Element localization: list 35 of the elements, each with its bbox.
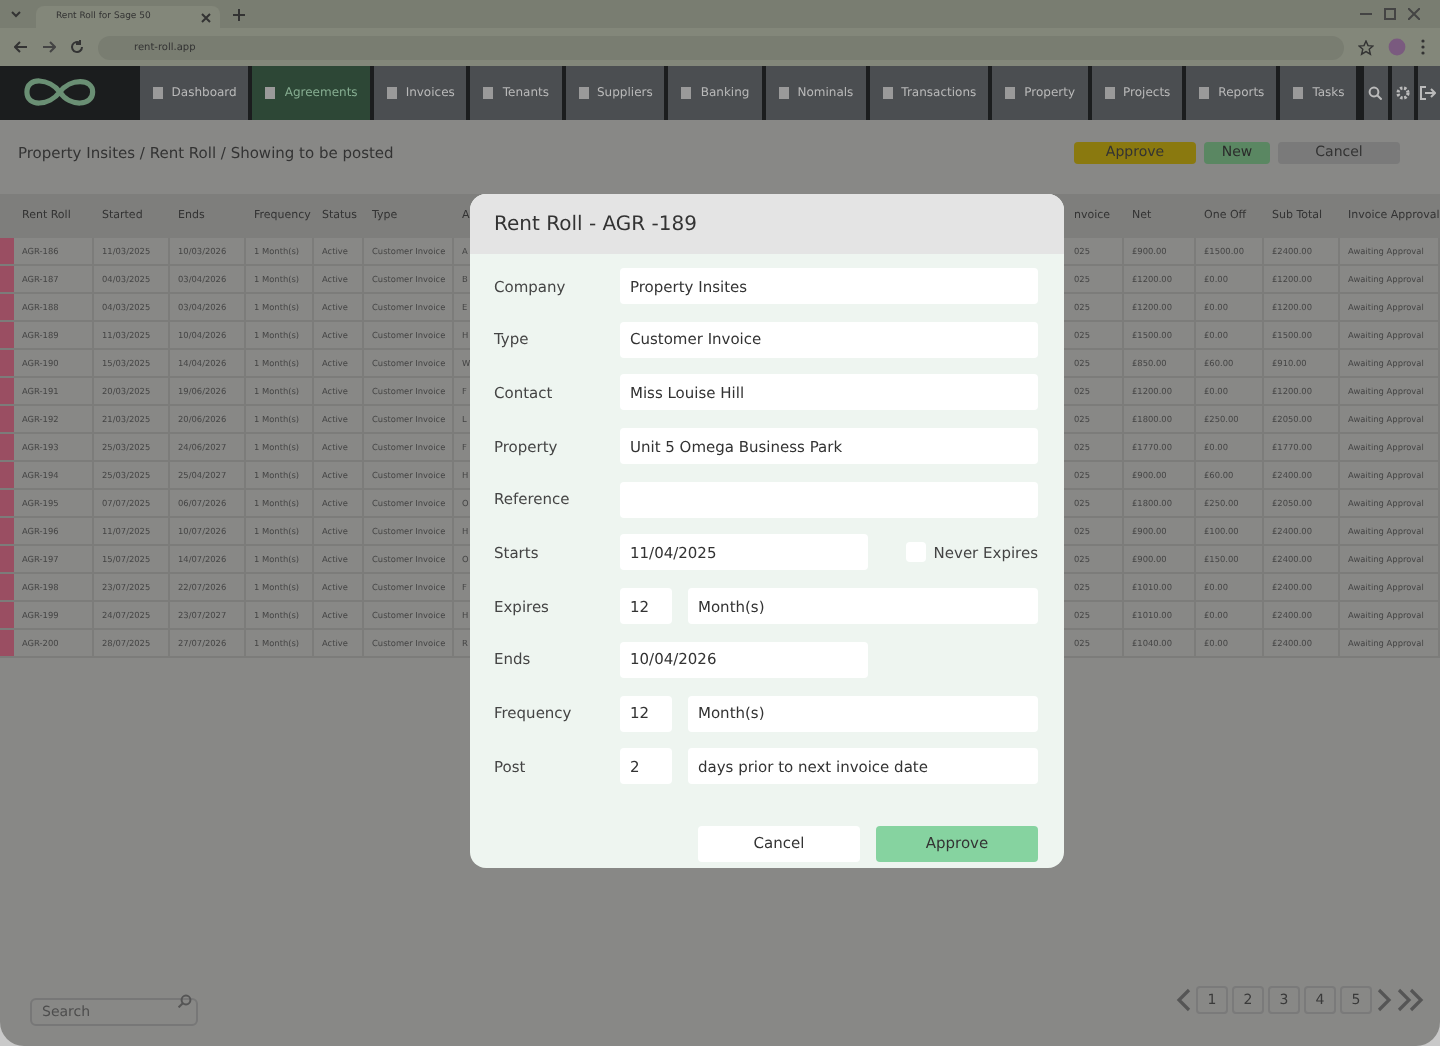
tab-list-icon[interactable]: [8, 6, 24, 22]
page-icon: [264, 86, 277, 100]
next-page-icon[interactable]: [1376, 988, 1392, 1012]
close-icon[interactable]: [200, 11, 212, 23]
page-icon: [1004, 86, 1017, 100]
page-icon: [385, 86, 398, 100]
page-icon: [680, 86, 693, 100]
page-icon: [777, 86, 790, 100]
page-icon: [881, 86, 894, 100]
search-icon[interactable]: [178, 993, 192, 1007]
page-icon: [1198, 86, 1211, 100]
page-icon: [1103, 86, 1116, 100]
settings-button[interactable]: [1391, 66, 1414, 120]
page-icon: [1292, 86, 1305, 100]
dialog-title: Rent Roll - AGR -189: [494, 213, 697, 235]
star-icon[interactable]: [1358, 39, 1374, 55]
page-icon: [482, 86, 495, 100]
previous-page-icon[interactable]: [1176, 988, 1192, 1012]
forward-arrow-icon[interactable]: [42, 40, 56, 54]
reload-icon[interactable]: [70, 40, 84, 54]
gear-icon: [1395, 86, 1410, 100]
close-icon[interactable]: [1408, 8, 1420, 20]
last-page-icon[interactable]: [1396, 988, 1424, 1012]
search-icon: [1368, 86, 1383, 100]
search-button[interactable]: [1364, 66, 1388, 120]
back-arrow-icon[interactable]: [14, 40, 28, 54]
logout-icon: [1420, 86, 1437, 100]
plus-icon[interactable]: [232, 7, 246, 21]
logout-button[interactable]: [1417, 66, 1440, 120]
kebab-menu-icon[interactable]: [1420, 38, 1426, 56]
page-icon: [577, 86, 589, 100]
page-icon: [151, 86, 164, 100]
maximize-icon[interactable]: [1384, 8, 1396, 20]
minimize-icon[interactable]: [1360, 8, 1372, 20]
profile-icon[interactable]: [1388, 38, 1406, 56]
